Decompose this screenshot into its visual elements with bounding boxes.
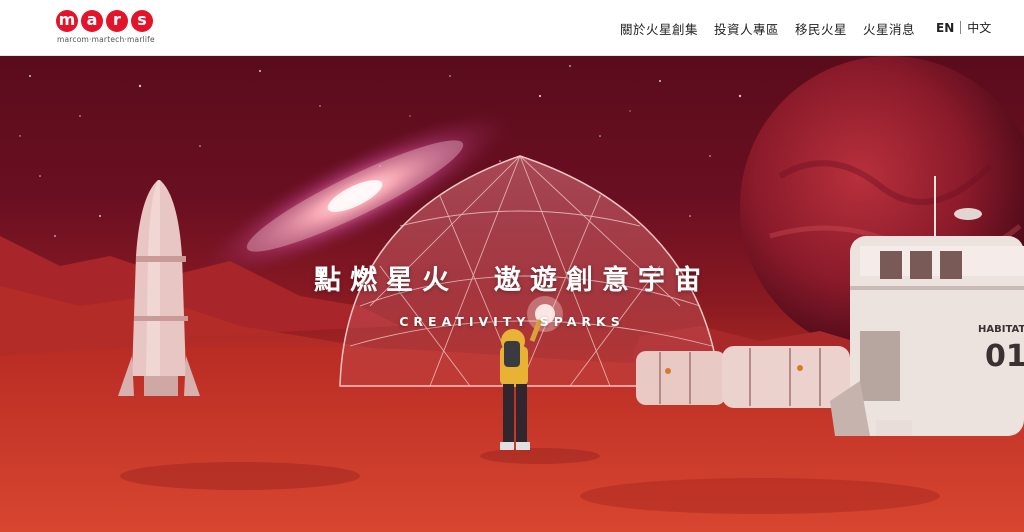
nav-investors[interactable]: 投資人專區: [714, 19, 779, 38]
nav-news[interactable]: 火星消息: [863, 19, 915, 38]
hero-title: 點燃星火 遨遊創意宇宙: [314, 265, 710, 296]
nav-about[interactable]: 關於火星創集: [620, 19, 698, 38]
logo-letter-s: s: [131, 10, 153, 32]
logo-tagline: marcom·martech·marlife: [57, 35, 155, 44]
nav-migrate[interactable]: 移民火星: [795, 19, 847, 38]
hero-banner: HABITAT 01 點燃星火 遨遊創意宇宙 CREATIVITY SPARKS: [0, 56, 1024, 532]
lang-divider: [960, 21, 962, 34]
site-header: m a r s marcom·martech·marlife 關於火星創集 投資…: [0, 0, 1024, 56]
habitat-tubes: [636, 346, 850, 408]
logo-letter-a: a: [81, 10, 103, 32]
lang-en-link[interactable]: EN: [936, 21, 954, 35]
mars-logo[interactable]: m a r s marcom·martech·marlife: [56, 10, 156, 46]
main-nav: 關於火星創集 投資人專區 移民火星 火星消息: [620, 19, 915, 38]
hero-subtitle: CREATIVITY SPARKS: [399, 314, 625, 329]
lang-zh-link[interactable]: 中文: [967, 19, 991, 36]
logo-letter-r: r: [106, 10, 128, 32]
logo-letter-m: m: [56, 10, 78, 32]
logo-letters: m a r s: [56, 10, 153, 34]
habitat-number: 01: [985, 339, 1024, 374]
language-switcher: EN 中文: [936, 19, 991, 36]
